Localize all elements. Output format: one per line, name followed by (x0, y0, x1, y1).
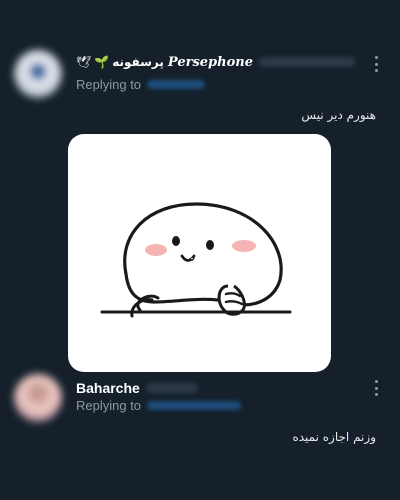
replying-to-label: Replying to (76, 397, 142, 413)
cute-blob-sticker-icon (100, 202, 292, 318)
blurred-reply-handle[interactable] (147, 79, 206, 89)
author-row: 🕊 🌱 پرسفونه Persephone (76, 52, 364, 72)
tweet-media[interactable] (68, 134, 331, 372)
blurred-handle (145, 383, 198, 393)
tweet-text: هنورم دیر نیس (301, 108, 376, 122)
avatar[interactable] (14, 50, 62, 98)
replying-to-row: Replying to (76, 75, 206, 93)
dove-icon: 🕊 (76, 55, 92, 69)
tweet-reply-1[interactable]: 🕊 🌱 پرسفونه Persephone Replying to هنورم… (0, 34, 400, 374)
blurred-reply-handle[interactable] (147, 400, 242, 410)
display-name[interactable]: Persephone (168, 55, 253, 70)
display-name[interactable]: Baharche (76, 380, 140, 396)
display-name-fa[interactable]: پرسفونه (112, 55, 164, 69)
author-row: Baharche (76, 378, 364, 398)
replying-to-row: Replying to (76, 396, 242, 414)
more-options-icon[interactable] (370, 380, 382, 396)
more-options-icon[interactable] (370, 56, 382, 72)
tweet-text: وزنم اجازه نمیده (292, 430, 376, 444)
sprout-icon: 🌱 (94, 55, 110, 69)
replying-to-label: Replying to (76, 76, 142, 92)
blurred-handle (258, 57, 355, 67)
avatar[interactable] (14, 374, 62, 422)
tweet-reply-2[interactable]: Baharche Replying to وزنم اجازه نمیده (0, 366, 400, 500)
